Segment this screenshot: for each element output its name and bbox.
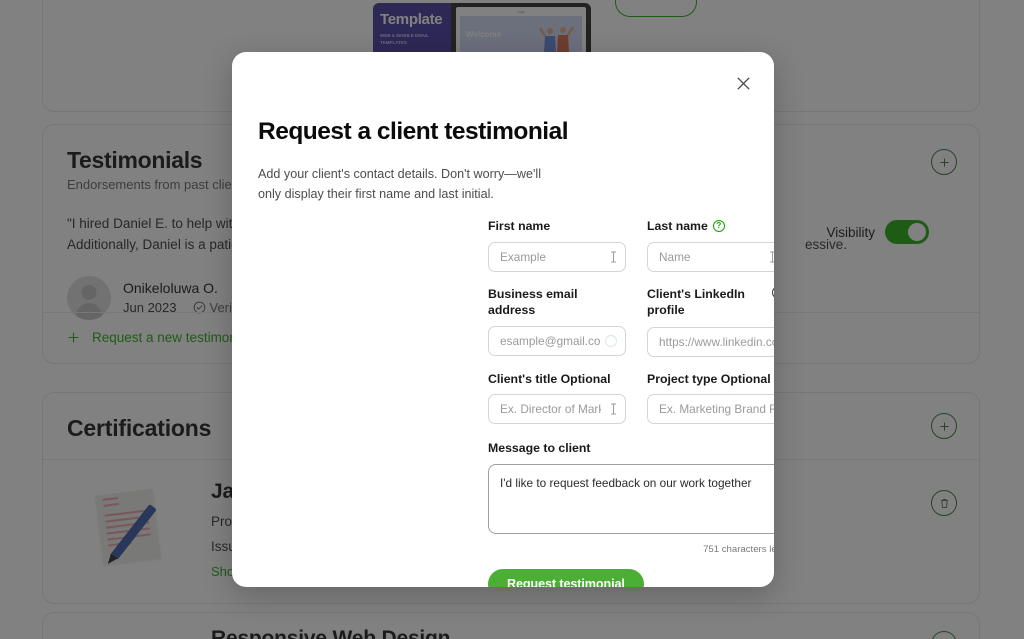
help-circle-icon[interactable]: ? xyxy=(712,220,725,233)
request-testimonial-button[interactable]: Request testimonial xyxy=(488,568,644,587)
modal-title: Request a client testimonial xyxy=(258,118,569,145)
message-label: Message to client xyxy=(488,441,591,456)
business-email-label: Business email address xyxy=(488,286,578,318)
field-message: Message to client 751 characters left xyxy=(488,440,774,555)
field-last-name: Last name ? xyxy=(647,218,774,272)
testimonial-form: First name Last name ? xyxy=(488,218,774,587)
client-title-input[interactable] xyxy=(488,394,626,425)
last-name-label-text: Last name xyxy=(647,219,708,233)
business-email-input[interactable] xyxy=(488,325,626,356)
field-linkedin: Client's LinkedIn profile ! xyxy=(647,285,774,357)
last-name-label: Last name ? xyxy=(647,218,774,235)
client-title-label: Client's title Optional xyxy=(488,371,611,386)
project-type-input[interactable] xyxy=(647,394,774,425)
form-row-names: First name Last name ? xyxy=(488,218,774,272)
field-client-title: Client's title Optional xyxy=(488,371,626,425)
alert-circle-icon[interactable]: ! xyxy=(772,285,774,299)
field-business-email: Business email address xyxy=(488,286,626,357)
modal-description: Add your client's contact details. Don't… xyxy=(258,167,541,202)
form-row-optional: Client's title Optional Project type Opt… xyxy=(488,371,774,425)
field-first-name: First name xyxy=(488,218,626,272)
linkedin-label-text: Client's LinkedIn profile xyxy=(647,286,745,318)
project-type-label: Project type Optional xyxy=(647,371,771,386)
first-name-input[interactable] xyxy=(488,241,626,272)
first-name-label: First name xyxy=(488,219,551,233)
last-name-input[interactable] xyxy=(647,241,774,272)
request-testimonial-modal: Request a client testimonial Add your cl… xyxy=(232,52,774,587)
linkedin-label: Client's LinkedIn profile ! xyxy=(647,285,774,320)
app-root: Template WEB & MOBILE EMAIL TEMPLATES - … xyxy=(0,0,1024,639)
close-button[interactable] xyxy=(730,70,756,96)
message-textarea[interactable] xyxy=(488,463,774,534)
form-row-contact: Business email address Client's LinkedIn… xyxy=(488,285,774,357)
linkedin-input[interactable] xyxy=(647,326,774,357)
field-project-type: Project type Optional xyxy=(647,371,774,425)
characters-left: 751 characters left xyxy=(703,543,774,555)
close-icon xyxy=(736,76,750,90)
